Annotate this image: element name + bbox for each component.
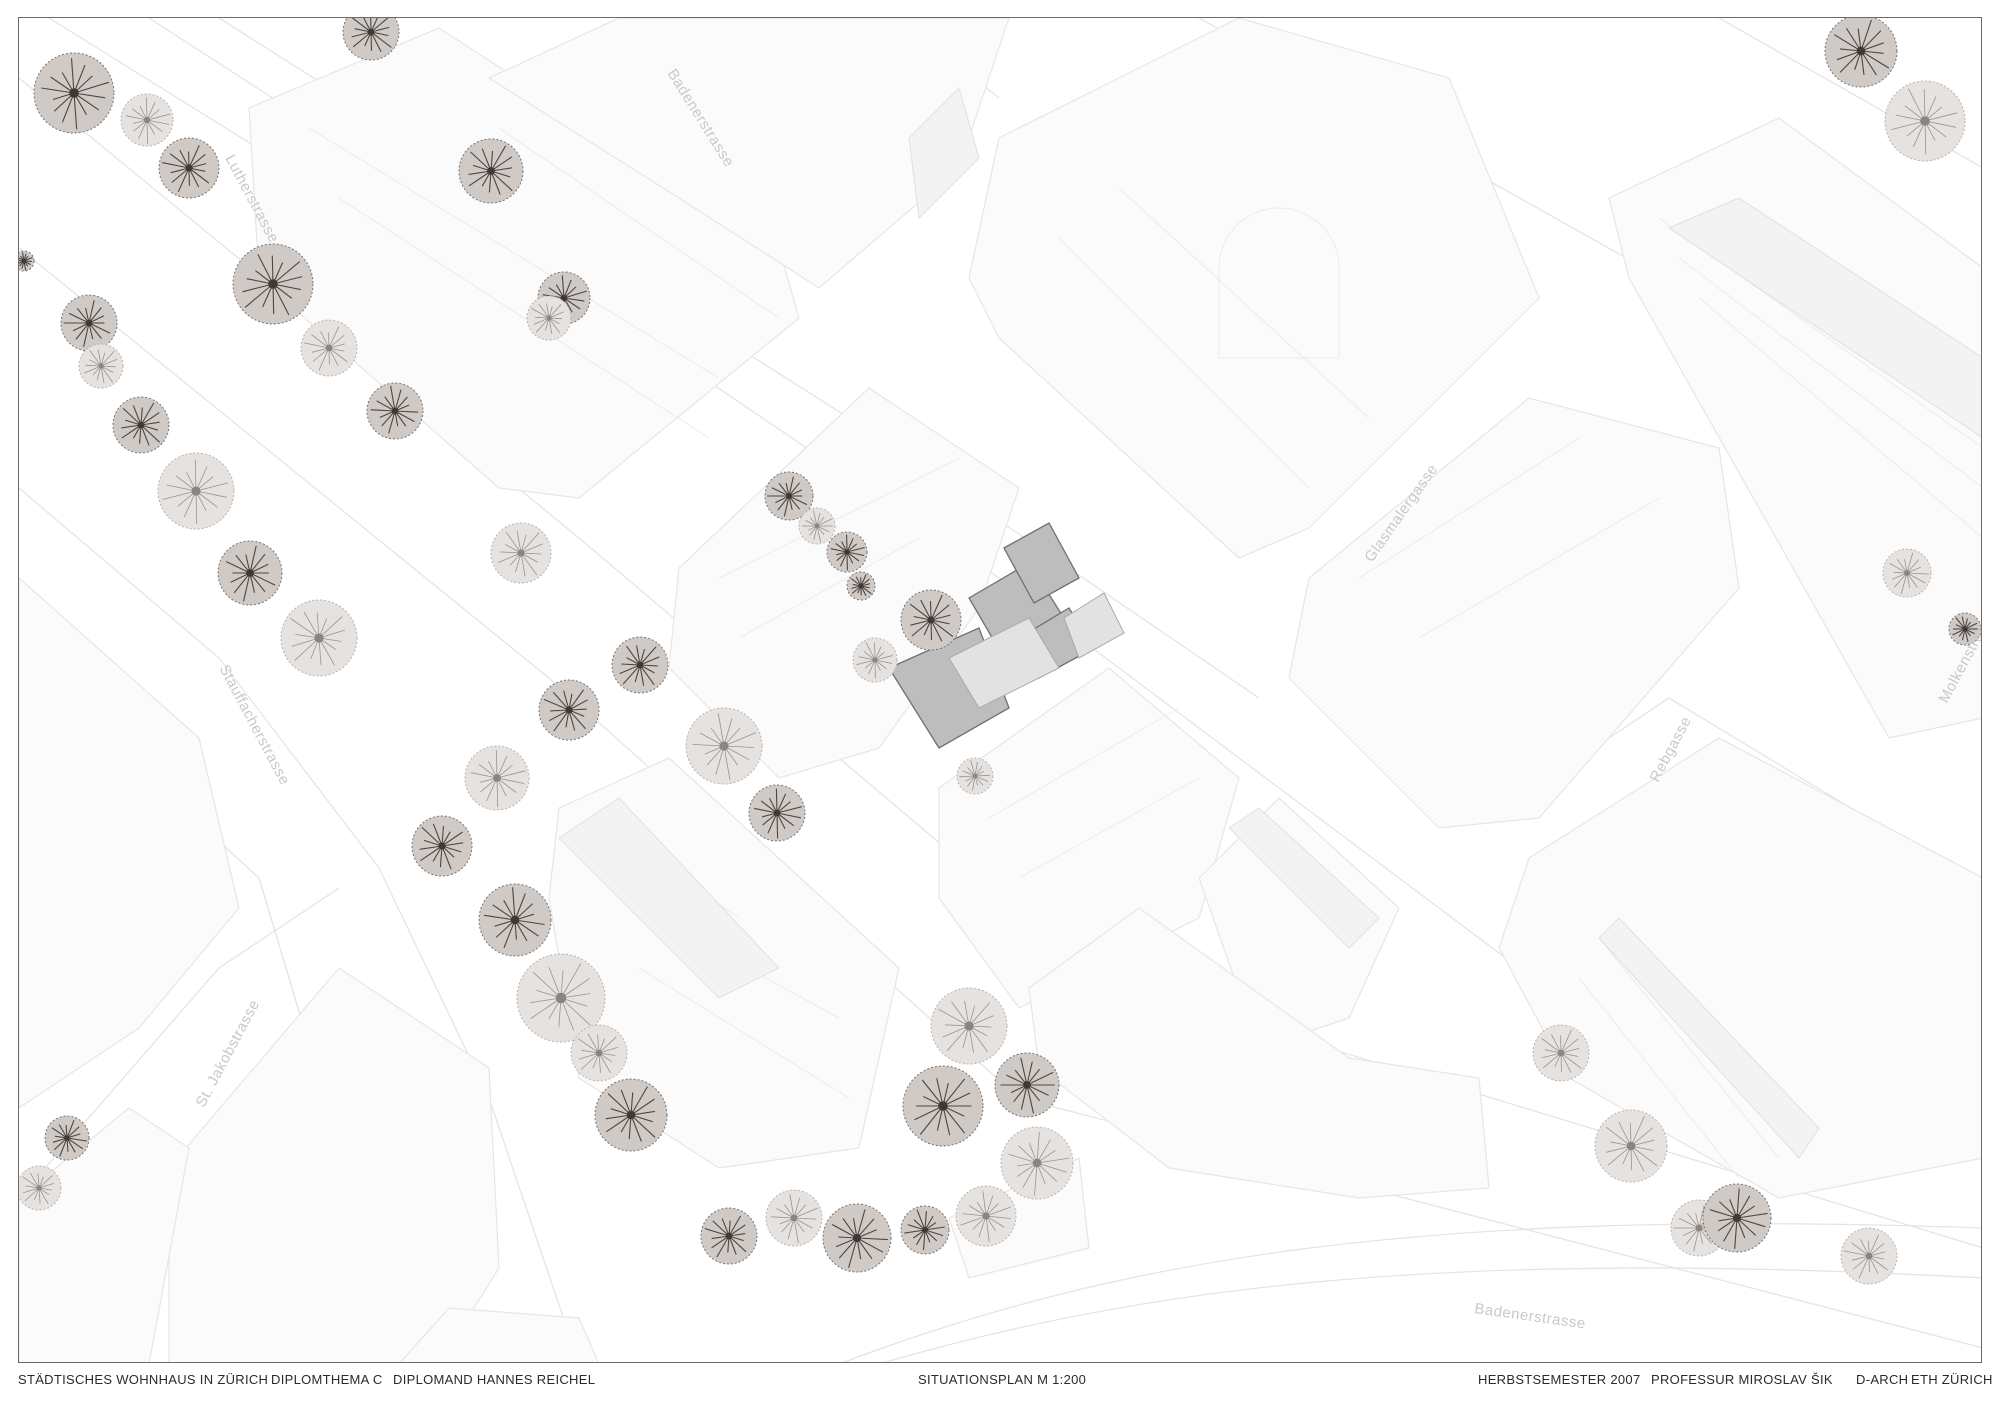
tree-icon — [1882, 548, 1932, 598]
tree-icon — [570, 1024, 628, 1082]
tree-icon — [902, 1065, 984, 1147]
tree-icon — [994, 1052, 1060, 1118]
tree-icon — [822, 1203, 892, 1273]
tree-icon — [366, 382, 424, 440]
tree-icon — [300, 319, 358, 377]
tree-icon — [852, 637, 898, 683]
tree-icon — [217, 540, 283, 606]
tree-icon — [280, 599, 358, 677]
student-name: DIPLOMAND HANNES REICHEL — [393, 1372, 596, 1387]
tree-icon — [78, 343, 124, 389]
tree-icon — [1532, 1024, 1590, 1082]
tree-icon — [900, 589, 962, 651]
tree-icon — [826, 531, 868, 573]
project-title: STÄDTISCHES WOHNHAUS IN ZÜRICH — [18, 1372, 269, 1387]
map-drawing: Badenerstrasse Lutherstrasse Stauffacher… — [19, 18, 1981, 1362]
tree-icon — [1702, 1183, 1772, 1253]
tree-icon — [33, 52, 115, 134]
semester: HERBSTSEMESTER 2007 — [1478, 1372, 1641, 1387]
tree-icon — [765, 1189, 823, 1247]
tree-icon — [748, 784, 806, 842]
tree-icon — [1840, 1227, 1898, 1285]
department: D-ARCH — [1856, 1372, 1909, 1387]
tree-icon — [464, 745, 530, 811]
tree-icon — [1594, 1109, 1668, 1183]
tree-icon — [232, 243, 314, 325]
title-block: STÄDTISCHES WOHNHAUS IN ZÜRICH DIPLOMTHE… — [18, 1372, 1992, 1392]
tree-icon — [700, 1207, 758, 1265]
street-name-stauffacherstrasse: Stauffacherstrasse — [215, 662, 293, 788]
tree-icon — [478, 883, 552, 957]
tree-icon — [930, 987, 1008, 1065]
drawing-title: SITUATIONSPLAN M 1:200 — [918, 1372, 1087, 1387]
site-plan-sheet: Badenerstrasse Lutherstrasse Stauffacher… — [0, 0, 2000, 1415]
tree-icon — [157, 452, 235, 530]
tree-icon — [1000, 1126, 1074, 1200]
tree-icon — [158, 137, 220, 199]
professor: PROFESSUR MIROSLAV ŠIK — [1651, 1372, 1833, 1387]
tree-icon — [846, 571, 876, 601]
tree-icon — [19, 250, 35, 272]
tree-icon — [526, 295, 572, 341]
tree-icon — [900, 1205, 950, 1255]
tree-icon — [538, 679, 600, 741]
tree-icon — [411, 815, 473, 877]
tree-icon — [594, 1078, 668, 1152]
tree-icon — [956, 757, 994, 795]
tree-icon — [44, 1115, 90, 1161]
street-name-badenerstrasse-south: Badenerstrasse — [1473, 1300, 1586, 1332]
tree-icon — [1824, 18, 1898, 88]
tree-icon — [798, 507, 836, 545]
tree-icon — [1884, 80, 1966, 162]
tree-icon — [112, 396, 170, 454]
tree-icon — [611, 636, 669, 694]
tree-icon — [19, 1165, 62, 1211]
school: ETH ZÜRICH — [1911, 1372, 1993, 1387]
tree-icon — [685, 707, 763, 785]
tree-icon — [60, 294, 118, 352]
diploma-theme: DIPLOMTHEMA C — [271, 1372, 383, 1387]
tree-icon — [955, 1185, 1017, 1247]
tree-icon — [120, 93, 174, 147]
site-plan-map: Badenerstrasse Lutherstrasse Stauffacher… — [18, 17, 1982, 1363]
tree-icon — [458, 138, 524, 204]
tree-icon — [490, 522, 552, 584]
